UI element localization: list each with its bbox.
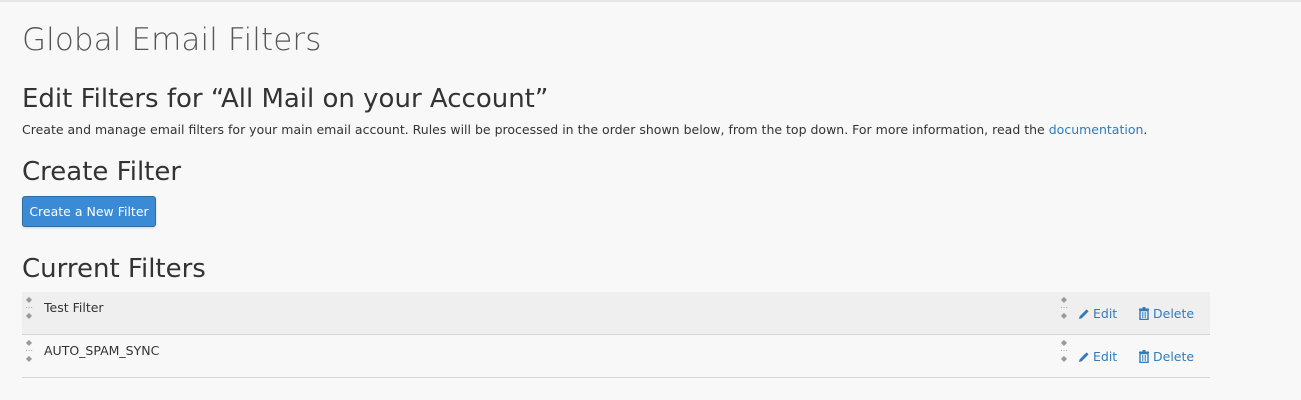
delete-filter-link[interactable]: Delete [1138,349,1194,364]
edit-label: Edit [1093,349,1118,364]
create-filter-heading: Create Filter [22,157,182,187]
description-end: . [1143,122,1148,137]
page-title: Global Email Filters [22,22,322,58]
drag-handle-icon[interactable]: ◆ ⋯ ◆ [24,339,34,371]
filters-description: Create and manage email filters for your… [22,122,1147,137]
drag-handle-icon[interactable]: ◆ ⋯ ◆ [1059,296,1069,328]
edit-filters-heading: Edit Filters for “All Mail on your Accou… [22,84,549,114]
documentation-link[interactable]: documentation [1049,122,1144,137]
delete-filter-link[interactable]: Delete [1138,306,1194,321]
drag-handle-icon[interactable]: ◆ ⋯ ◆ [24,296,34,328]
filters-table: ◆ ⋯ ◆ Test Filter ◆ ⋯ ◆ Edit Delete ◆ ⋯ ◆ AUTO… [22,292,1210,378]
create-new-filter-button[interactable]: Create a New Filter [22,196,156,227]
current-filters-heading: Current Filters [22,254,206,284]
edit-filter-link[interactable]: Edit [1078,349,1117,364]
filter-row: ◆ ⋯ ◆ AUTO_SPAM_SYNC ◆ ⋯ ◆ Edit Delete [22,335,1210,378]
pencil-icon [1079,352,1089,362]
edit-filter-link[interactable]: Edit [1078,306,1117,321]
top-border [0,0,1301,2]
filter-name: AUTO_SPAM_SYNC [44,343,160,358]
filter-row: ◆ ⋯ ◆ Test Filter ◆ ⋯ ◆ Edit Delete [22,292,1210,335]
delete-label: Delete [1153,349,1195,364]
pencil-icon [1079,309,1089,319]
trash-icon [1139,307,1149,321]
delete-label: Delete [1153,306,1195,321]
drag-handle-icon[interactable]: ◆ ⋯ ◆ [1059,339,1069,371]
filter-name: Test Filter [44,300,104,315]
edit-label: Edit [1093,306,1118,321]
trash-icon [1139,350,1149,364]
description-text: Create and manage email filters for your… [22,122,1049,137]
